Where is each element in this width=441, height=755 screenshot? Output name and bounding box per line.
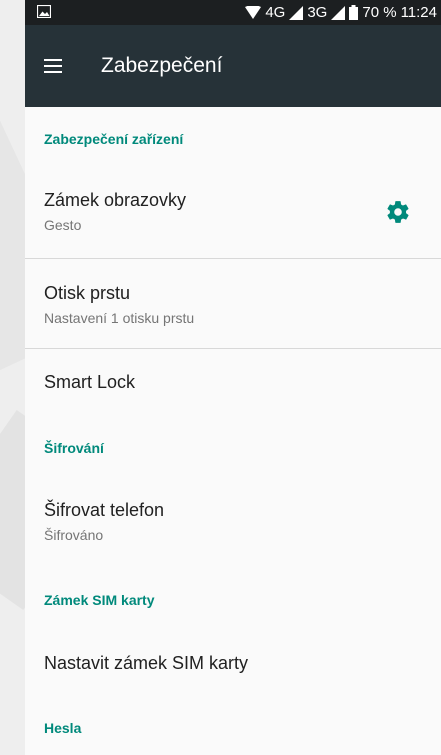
section-header-device-security: Zabezpečení zařízení <box>44 131 184 147</box>
menu-icon[interactable] <box>35 48 71 84</box>
status-bar: 4G 3G 70 % 11:24 <box>25 0 441 25</box>
signal-icon <box>331 5 346 20</box>
signal-icon <box>289 5 304 20</box>
screen-lock-summary: Gesto <box>44 217 82 233</box>
fingerprint-summary: Nastavení 1 otisku prstu <box>44 310 195 326</box>
section-header-encryption: Šifrování <box>44 440 104 456</box>
fingerprint-title: Otisk prstu <box>44 283 131 303</box>
network-4g-label: 4G <box>265 4 286 21</box>
sim-lock-setup-item[interactable]: Nastavit zámek SIM karty <box>25 653 441 674</box>
sim-lock-setup-title: Nastavit zámek SIM karty <box>44 653 249 673</box>
screen-lock-title: Zámek obrazovky <box>44 190 187 210</box>
clock: 11:24 <box>400 4 437 21</box>
gear-icon[interactable] <box>385 199 411 225</box>
page-title: Zabezpečení <box>101 54 223 77</box>
smart-lock-title: Smart Lock <box>44 372 136 392</box>
section-header-sim-lock: Zámek SIM karty <box>44 592 155 608</box>
battery-percent: 70 % <box>362 4 397 21</box>
smart-lock-item[interactable]: Smart Lock <box>25 372 441 393</box>
image-notification-icon <box>37 5 51 18</box>
app-bar: Zabezpečení <box>25 25 441 107</box>
fingerprint-item[interactable]: Otisk prstu Nastavení 1 otisku prstu <box>25 283 441 326</box>
screen-lock-item[interactable]: Zámek obrazovky Gesto <box>25 190 441 233</box>
divider <box>25 258 441 259</box>
encrypt-phone-summary: Šifrováno <box>44 527 104 543</box>
encrypt-phone-item[interactable]: Šifrovat telefon Šifrováno <box>25 500 441 543</box>
battery-icon <box>349 5 359 20</box>
phone-screen: 4G 3G 70 % 11:24 Zabezpečení Zabezpečení… <box>25 0 441 755</box>
divider <box>25 348 441 349</box>
status-icons: 4G 3G 70 % 11:24 <box>245 2 437 23</box>
section-header-passwords: Hesla <box>44 720 82 736</box>
wifi-icon <box>245 6 262 19</box>
encrypt-phone-title: Šifrovat telefon <box>44 500 165 520</box>
network-3g-label: 3G <box>307 4 328 21</box>
